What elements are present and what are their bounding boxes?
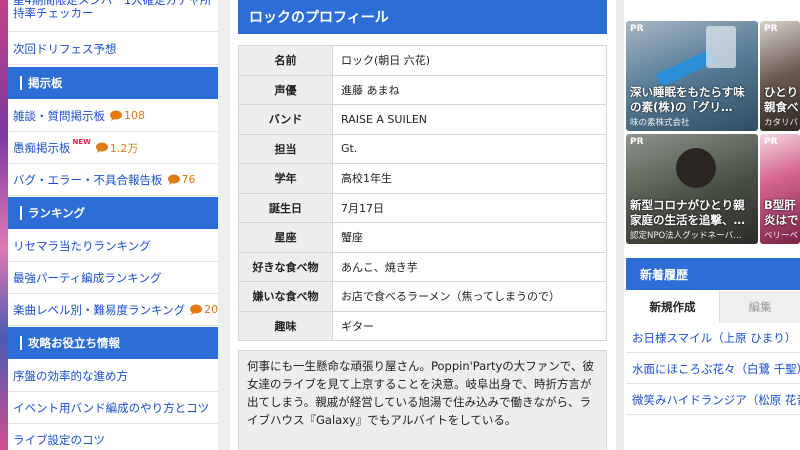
profile-row: 担当 Gt. [238,133,607,164]
pr-label: PR [764,137,778,147]
profile-key: 星座 [238,222,333,253]
sidebar-item-party-ranking[interactable]: 最強パーティ編成ランキング [8,262,218,294]
sidebar-item-label: 雑談・質問掲示板 [13,108,105,123]
sidebar-section-board: 掲示板 [8,67,218,99]
section-title: ランキング [28,206,86,220]
profile-row: 声優 進藤 あまね [238,74,607,105]
sidebar-item-label: ライブ設定のコツ [13,432,105,447]
section-title: 掲示板 [28,76,63,90]
profile-key: 担当 [238,133,333,164]
sidebar-item-label: 愚痴掲示板 [13,140,71,155]
sidebar-item-song-ranking[interactable]: 楽曲レベル別・難易度ランキング 20 [8,294,218,326]
sidebar-item-label: 序盤の効率的な進め方 [13,368,128,383]
tab-edited[interactable]: 編集 [720,291,800,323]
sidebar-item-chat-board[interactable]: 雑談・質問掲示板 108 [8,100,218,132]
pr-label: PR [630,24,644,34]
comment-icon [167,174,180,185]
new-badge: NEW [72,137,91,146]
section-title: 攻略お役立ち情報 [28,336,120,350]
sidebar-item-label: イベント用バンド編成のやり方とコツ [13,400,210,415]
profile-key: 声優 [238,74,333,105]
comment-icon [110,110,122,121]
pr-label: PR [764,24,778,34]
sidebar-item-label: バグ・エラー・不具合報告板 [13,172,163,187]
history-item[interactable]: 水面にほころぶ花々（白鷺 千聖） [626,355,800,384]
sidebar-item-bug-board[interactable]: バグ・エラー・不具合報告板 76 [8,164,218,196]
profile-key: 好きな食べ物 [238,251,333,282]
comment-icon [190,304,203,315]
profile-value: ギター [332,310,607,341]
ad-card-4[interactable]: PR B型肝炎はできま ベリーベ [760,134,800,244]
profile-value: あんこ、焼き芋 [332,251,607,282]
sidebar-item-reroll-ranking[interactable]: リセマラ当たりランキング [8,230,218,262]
profile-value: 7月17日 [332,192,607,223]
profile-value: お店で食べるラーメン（焦ってしまうので） [332,281,607,312]
profile-row: 学年 高校1年生 [238,163,607,194]
sidebar-item-label: 最強パーティ編成ランキング [13,270,162,285]
profile-row: 名前 ロック(朝日 六花) [238,45,607,76]
page: 星4期間限定メンバー1人確定ガチャ所持率チェッカー 次回ドリフェス予想 掲示板 … [0,0,800,450]
comment-icon [95,142,108,153]
profile-row: 嫌いな食べ物 お店で食べるラーメン（焦ってしまうので） [238,281,607,312]
profile-value: RAISE A SUILEN [332,104,607,135]
history-heading: 新着履歴 [626,258,800,290]
profile-value: Gt. [332,133,607,164]
profile-value: ロック(朝日 六花) [332,45,607,76]
tab-new-created[interactable]: 新規作成 [626,291,720,323]
ad-card-2[interactable]: PR ひとり親食べて カタリバ [760,21,800,131]
profile-key: 嫌いな食べ物 [238,281,333,312]
comment-count: 76 [167,173,196,186]
ad-source: カタリバ [764,118,798,128]
history-item[interactable]: 微笑みハイドランジア（松原 花音） [626,386,800,415]
sidebar-item-next-dreamfes[interactable]: 次回ドリフェス予想 [8,33,218,65]
ad-caption: 深い睡眠をもたらす味の素(株)の「グリ… [630,85,745,114]
profile-value: 高校1年生 [332,163,607,194]
profile-row: 誕生日 7月17日 [238,192,607,223]
ad-caption: 新型コロナがひとり親家庭の生活を追撃、… [630,198,745,227]
sidebar-section-guide: 攻略お役立ち情報 [8,327,218,359]
ad-card-3[interactable]: PR 新型コロナがひとり親家庭の生活を追撃、… 認定NPO法人グッドネーバ… [626,134,758,244]
background-art-strip [0,0,8,450]
sidebar-item-label: リセマラ当たりランキング [13,238,151,253]
ad-source: ベリーベ [764,231,798,241]
ad-card-1[interactable]: PR 深い睡眠をもたらす味の素(株)の「グリ… 味の素株式会社 [626,21,758,131]
profile-key: バンド [238,104,333,135]
comment-count: 108 [110,109,145,122]
sidebar-section-ranking: ランキング [8,197,218,229]
profile-row: 好きな食べ物 あんこ、焼き芋 [238,251,607,282]
ad-caption: B型肝炎はできま [764,198,799,227]
profile-key: 趣味 [238,310,333,341]
ad-source: 認定NPO法人グッドネーバ… [630,231,742,241]
profile-row: 星座 蟹座 [238,222,607,253]
profile-key: 誕生日 [238,192,333,223]
main-content: ロックのプロフィール 名前 ロック(朝日 六花) 声優 進藤 あまね バンド RAISE … [230,0,616,450]
profile-description: 何事にも一生懸命な頑張り屋さん。Poppin'Partyの大ファンで、彼女達のラ… [238,350,607,450]
profile-row: 趣味 ギター [238,310,607,341]
sidebar: 星4期間限定メンバー1人確定ガチャ所持率チェッカー 次回ドリフェス予想 掲示板 … [8,0,218,450]
comment-count: 20 [190,303,218,316]
pr-label: PR [630,137,644,147]
ad-caption: ひとり親食べて [764,85,799,114]
sidebar-item-label: 星4期間限定メンバー1人確定ガチャ所持率チェッカー [13,0,212,20]
sidebar-item-event-band-guide[interactable]: イベント用バンド編成のやり方とコツ [8,392,218,424]
sidebar-item-gacha-checker[interactable]: 星4期間限定メンバー1人確定ガチャ所持率チェッカー [8,0,218,32]
profile-value: 進藤 あまね [332,74,607,105]
right-column: PR 深い睡眠をもたらす味の素(株)の「グリ… 味の素株式会社 PR ひとり親食… [624,0,800,450]
profile-heading: ロックのプロフィール [238,0,607,34]
profile-value: 蟹座 [332,222,607,253]
sidebar-item-label: 楽曲レベル別・難易度ランキング [13,302,186,317]
sidebar-item-complaint-board[interactable]: 愚痴掲示板 NEW 1.2万 [8,132,218,164]
profile-table: 名前 ロック(朝日 六花) 声優 進藤 あまね バンド RAISE A SUILEN 担当 G… [238,45,607,341]
sidebar-item-beginner-guide[interactable]: 序盤の効率的な進め方 [8,360,218,392]
history-item[interactable]: お日様スマイル（上原 ひまり） [626,324,800,353]
ad-source: 味の素株式会社 [630,118,690,128]
profile-key: 名前 [238,45,333,76]
profile-row: バンド RAISE A SUILEN [238,104,607,135]
sidebar-item-live-settings[interactable]: ライブ設定のコツ [8,424,218,450]
comment-count: 1.2万 [95,140,138,156]
profile-key: 学年 [238,163,333,194]
sidebar-item-label: 次回ドリフェス予想 [13,41,117,56]
